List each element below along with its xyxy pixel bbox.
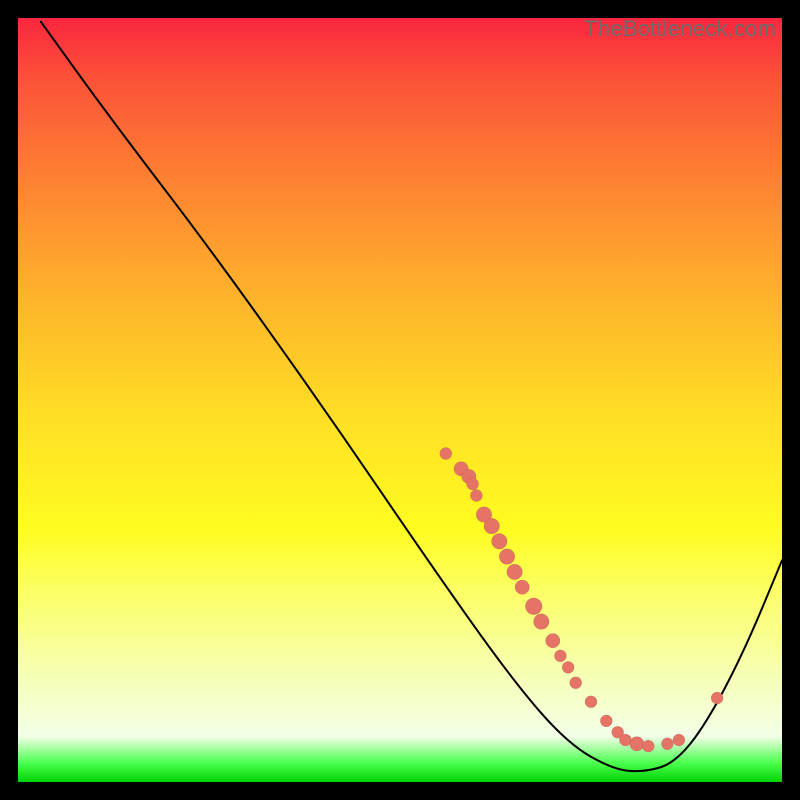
chart-area: TheBottleneck.com [18, 18, 782, 782]
data-point [570, 677, 582, 689]
data-point [673, 734, 685, 746]
chart-svg [18, 18, 782, 782]
data-points-group [440, 448, 723, 753]
data-point [467, 478, 479, 490]
data-point [585, 696, 597, 708]
data-point [515, 580, 529, 594]
data-point [492, 534, 508, 550]
data-point [440, 448, 452, 460]
data-point [554, 650, 566, 662]
bottleneck-curve [41, 22, 782, 771]
data-point [484, 518, 500, 534]
data-point [661, 738, 673, 750]
data-point [562, 661, 574, 673]
data-point [470, 490, 482, 502]
data-point [711, 692, 723, 704]
data-point [642, 740, 654, 752]
data-point [525, 598, 542, 615]
data-point [499, 549, 515, 565]
data-point [600, 715, 612, 727]
data-point [507, 564, 523, 580]
data-point [546, 634, 560, 648]
data-point [630, 737, 644, 751]
data-point [534, 614, 550, 630]
